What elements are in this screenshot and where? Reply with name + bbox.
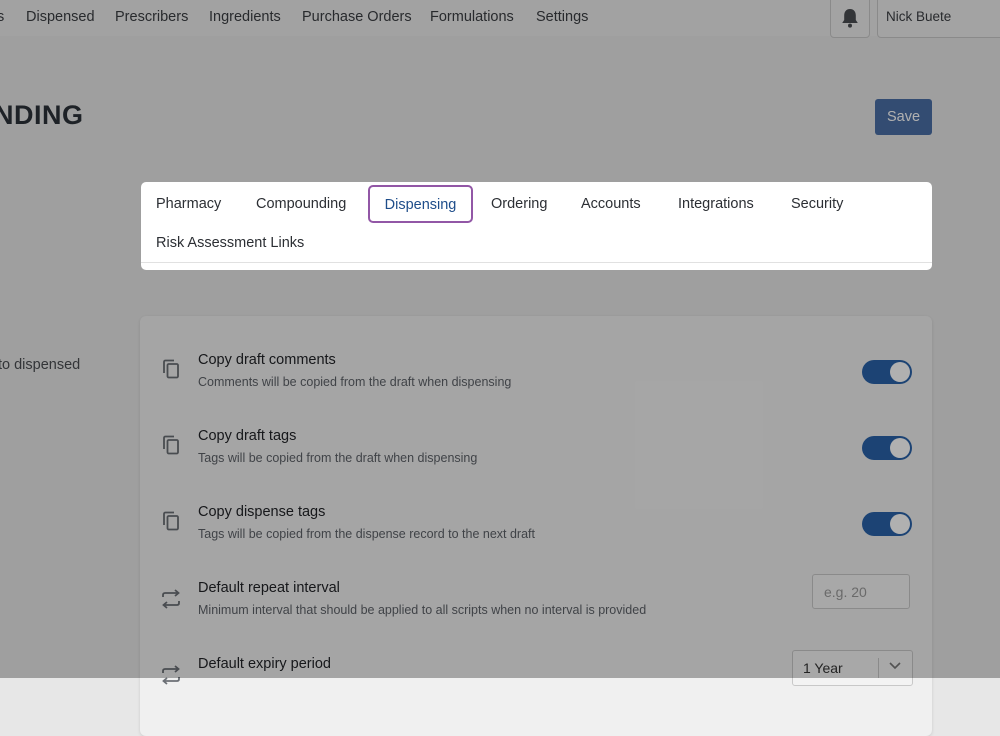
tab-pharmacy[interactable]: Pharmacy (156, 196, 221, 212)
tab-integrations[interactable]: Integrations (678, 196, 754, 212)
tab-dispensing[interactable]: Dispensing (368, 185, 473, 223)
dim-overlay (0, 0, 1000, 678)
settings-tabs: Pharmacy Compounding Dispensing Ordering… (141, 182, 932, 270)
tab-security[interactable]: Security (791, 196, 843, 212)
tab-compounding[interactable]: Compounding (256, 196, 346, 212)
tab-dispensing-label: Dispensing (384, 197, 457, 213)
tab-divider (141, 262, 932, 263)
tab-accounts[interactable]: Accounts (581, 196, 641, 212)
tab-ordering[interactable]: Ordering (491, 196, 547, 212)
tab-risk-assessment-links[interactable]: Risk Assessment Links (156, 235, 304, 251)
